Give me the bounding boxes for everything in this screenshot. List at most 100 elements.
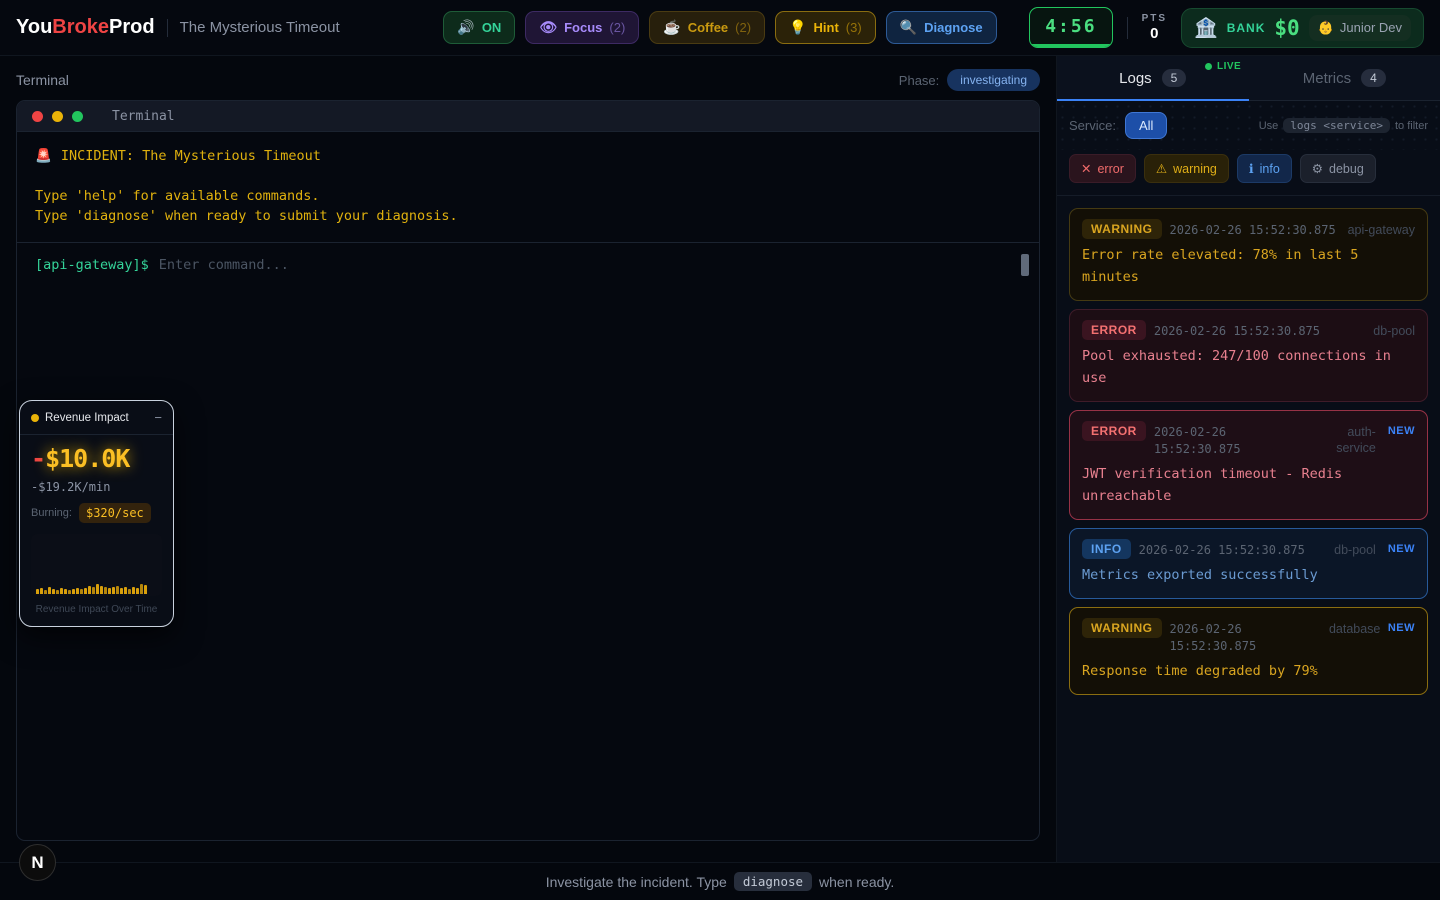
impact-bar [52, 589, 55, 594]
log-entry-header: WARNING2026-02-26 15:52:30.875databaseNE… [1082, 618, 1415, 655]
impact-bar [76, 588, 79, 594]
log-timestamp: 2026-02-26 15:52:30.875 [1154, 320, 1320, 340]
log-entry[interactable]: ERROR2026-02-26 15:52:30.875auth-service… [1069, 410, 1428, 520]
lightbulb-icon: 💡 [789, 19, 806, 36]
terminal-line-text: Type 'diagnose' when ready to submit you… [35, 208, 458, 224]
terminal-input-row: [api-gateway]$ [17, 242, 1039, 287]
log-level-badge: WARNING [1082, 219, 1162, 239]
log-entry[interactable]: WARNING2026-02-26 15:52:30.875databaseNE… [1069, 607, 1428, 695]
impact-bar [68, 590, 71, 594]
scrollbar-thumb[interactable] [1021, 254, 1029, 276]
maximize-dot-icon[interactable] [72, 111, 83, 122]
log-level-badge: ERROR [1082, 320, 1146, 340]
speaker-icon: 🔊 [457, 19, 474, 36]
bank-label: BANK [1227, 21, 1266, 35]
bank-amount: $0 [1274, 16, 1299, 40]
impact-bar [80, 589, 83, 594]
footer-instruction-prefix: Investigate the incident. Type [546, 874, 727, 890]
impact-bar [44, 590, 47, 594]
log-message: Metrics exported successfully [1082, 564, 1415, 586]
divider [167, 19, 168, 37]
live-dot-icon [1205, 63, 1212, 70]
sound-state-label: ON [482, 20, 502, 35]
command-input[interactable] [157, 256, 1013, 274]
filter-chip-error[interactable]: ✕ error [1069, 154, 1136, 183]
focus-button[interactable]: 👁 Focus (2) [525, 11, 639, 44]
points-value: 0 [1142, 25, 1167, 42]
diagnose-button[interactable]: 🔍 Diagnose [886, 11, 997, 44]
tab-metrics[interactable]: Metrics 4 [1249, 56, 1440, 100]
terminal-prompt: [api-gateway]$ [35, 257, 149, 273]
revenue-widget-header[interactable]: Revenue Impact − [20, 401, 173, 435]
impact-bar [128, 589, 131, 594]
rank-label: Junior Dev [1340, 20, 1402, 35]
tab-metrics-label: Metrics [1303, 70, 1351, 87]
log-entry-header: INFO2026-02-26 15:52:30.875db-poolNEW [1082, 539, 1415, 559]
filter-chip-debug[interactable]: ⚙debug [1300, 154, 1376, 183]
log-entry[interactable]: WARNING 2026-02-26 15:52:30.875 api-gatewa… [1069, 208, 1428, 301]
error-icon: ✕ [1081, 161, 1091, 176]
impact-bar [84, 588, 87, 594]
yellow-dot-icon [31, 414, 39, 422]
active-tab-underline [1057, 99, 1249, 101]
hint-command-code: logs <service> [1283, 118, 1390, 133]
chip-label: error [1097, 162, 1123, 176]
app-header: YouBrokeProd The Mysterious Timeout 🔊 ON… [0, 0, 1440, 56]
impact-bar [56, 590, 59, 594]
terminal-line-text: INCIDENT: The Mysterious Timeout [61, 148, 321, 164]
log-entry[interactable]: ERROR 2026-02-26 15:52:30.875 db-pool Pool … [1069, 309, 1428, 402]
phase-badge: investigating [947, 69, 1040, 91]
minimize-widget-button[interactable]: − [154, 410, 162, 425]
log-message: Pool exhausted: 247/100 connections in u… [1082, 345, 1415, 389]
service-label: Service: [1069, 118, 1116, 133]
header-toolbar: 🔊 ON 👁 Focus (2) ☕ Coffee (2) 💡 Hint (3)… [443, 11, 996, 44]
log-entry[interactable]: INFO2026-02-26 15:52:30.875db-poolNEW Met… [1069, 528, 1428, 599]
impact-bar [48, 587, 51, 594]
diagnose-command-code: diagnose [734, 872, 812, 891]
revenue-impact-widget[interactable]: Revenue Impact − -$10.0K -$19.2K/min Bur… [19, 400, 174, 627]
log-timestamp: 2026-02-26 15:52:30.875 [1170, 618, 1321, 655]
chip-label: warning [1173, 162, 1217, 176]
service-filter-all-button[interactable]: All [1125, 112, 1167, 139]
filter-usage-hint: Use logs <service> to filter [1259, 118, 1428, 133]
hint-label: Hint [814, 20, 839, 35]
points-label: PTS [1142, 13, 1167, 24]
magnifier-icon: 🔍 [900, 19, 917, 36]
burn-rate-badge: $320/sec [79, 503, 151, 523]
revenue-sparkline-chart [31, 534, 162, 596]
filter-chip-info[interactable]: ℹinfo [1237, 154, 1292, 183]
tab-logs-label: Logs [1119, 70, 1152, 87]
warning-icon: ⚠ [1156, 161, 1167, 176]
impact-bar [92, 587, 95, 594]
close-dot-icon[interactable] [32, 111, 43, 122]
logs-count-badge: 5 [1162, 69, 1187, 87]
metrics-count-badge: 4 [1361, 69, 1386, 87]
hint-count: (3) [846, 20, 862, 35]
terminal-line-text: Type 'help' for available commands. [35, 188, 319, 204]
hint-suffix: to filter [1395, 120, 1428, 132]
revenue-total: -$10.0K [31, 444, 162, 473]
minimize-dot-icon[interactable] [52, 111, 63, 122]
filter-chip-warning[interactable]: ⚠ warning [1144, 154, 1229, 183]
diagnose-label: Diagnose [924, 20, 983, 35]
log-service: auth-service [1314, 421, 1376, 456]
coffee-button[interactable]: ☕ Coffee (2) [649, 11, 765, 44]
impact-bar [36, 589, 39, 594]
log-message: Error rate elevated: 78% in last 5 minut… [1082, 244, 1415, 288]
footer-instruction-suffix: when ready. [819, 874, 894, 890]
log-entry-header: ERROR2026-02-26 15:52:30.875auth-service… [1082, 421, 1415, 458]
impact-bar [72, 589, 75, 594]
log-timestamp: 2026-02-26 15:52:30.875 [1170, 219, 1336, 239]
nextjs-dev-badge[interactable]: N [19, 844, 56, 881]
info-icon: ℹ [1249, 161, 1254, 176]
log-new-badge: NEW [1388, 421, 1415, 437]
sound-toggle-button[interactable]: 🔊 ON [443, 11, 515, 44]
points-display: PTS 0 [1142, 13, 1167, 42]
log-new-badge: NEW [1388, 618, 1415, 634]
log-service: db-pool [1373, 320, 1415, 339]
live-label: LIVE [1217, 61, 1241, 72]
terminal-line-text [35, 168, 43, 184]
terminal-section-label: Terminal [16, 72, 69, 88]
log-service: api-gateway [1348, 219, 1415, 238]
hint-button[interactable]: 💡 Hint (3) [775, 11, 876, 44]
